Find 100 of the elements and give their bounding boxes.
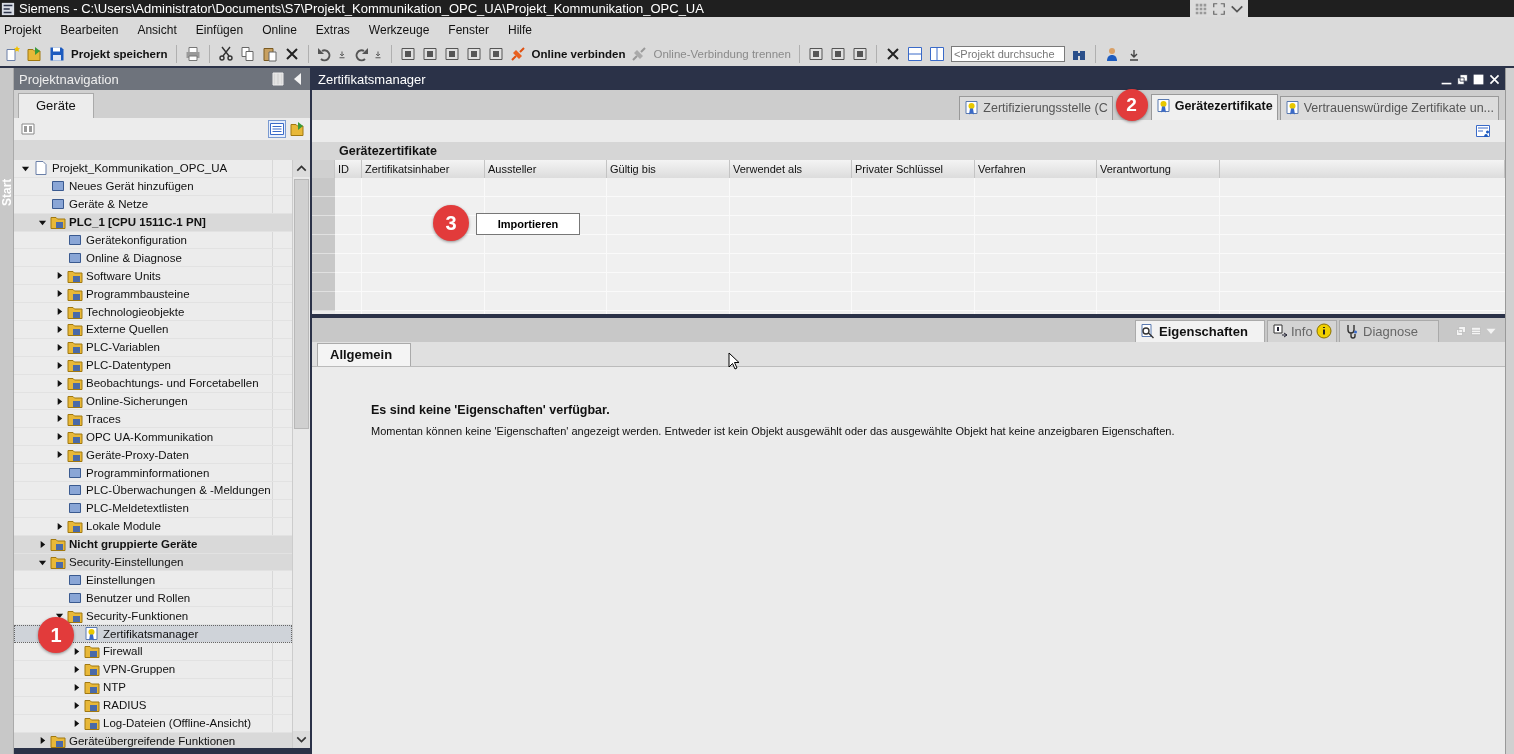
expand-arrow-icon[interactable]: [72, 718, 81, 728]
tree-item[interactable]: PLC-Variablen: [14, 338, 292, 357]
column-header[interactable]: Verantwortung: [1097, 160, 1220, 178]
column-header[interactable]: Gültig bis: [607, 160, 730, 178]
tree-item[interactable]: Beobachtungs- und Forcetabellen: [14, 374, 292, 393]
expand-arrow-icon[interactable]: [55, 450, 64, 460]
expand-arrow-icon[interactable]: [55, 289, 64, 299]
device-icon[interactable]: [807, 46, 824, 62]
tree-item[interactable]: Gerätekonfiguration: [14, 231, 292, 250]
expand-arrow-icon[interactable]: [55, 324, 64, 334]
tree-item[interactable]: Benutzer und Rollen: [14, 589, 292, 608]
tree-item[interactable]: Traces: [14, 410, 292, 429]
expand-arrow-icon[interactable]: [55, 414, 64, 424]
column-header[interactable]: ID: [335, 160, 362, 178]
menu-item[interactable]: Projekt: [4, 22, 42, 37]
tree-item[interactable]: Online-Sicherungen: [14, 392, 292, 411]
expand-arrow-icon[interactable]: [72, 664, 81, 674]
paste-icon[interactable]: [261, 46, 278, 62]
tab[interactable]: Eigenschaften: [1135, 320, 1265, 342]
column-header[interactable]: Zertifikatsinhaber: [362, 160, 485, 178]
tree-item[interactable]: Programmbausteine: [14, 285, 292, 304]
menu-item[interactable]: Online: [262, 22, 297, 37]
open-folder-icon[interactable]: [27, 46, 43, 62]
tree-item[interactable]: Geräte & Netze: [14, 195, 292, 214]
tab[interactable]: Diagnose: [1339, 320, 1439, 342]
menu-item[interactable]: Werkzeuge: [368, 22, 430, 37]
menu-item[interactable]: Bearbeiten: [60, 22, 119, 37]
cut-icon[interactable]: [217, 46, 234, 62]
device-icon[interactable]: [851, 46, 868, 62]
save-icon[interactable]: [49, 46, 65, 62]
tree-item[interactable]: Software Units: [14, 267, 292, 286]
list-view-icon[interactable]: [269, 121, 285, 137]
device-icon[interactable]: [487, 46, 504, 62]
expand-arrow-icon[interactable]: [55, 307, 64, 317]
menu-item[interactable]: Extras: [315, 22, 350, 37]
toolbar-button[interactable]: Projekt speichern: [71, 48, 168, 60]
expand-arrow-icon[interactable]: [72, 682, 81, 692]
column-header[interactable]: Aussteller: [485, 160, 607, 178]
tree-item[interactable]: Technologieobjekte: [14, 303, 292, 321]
import-button[interactable]: Importieren: [476, 213, 580, 235]
tree-item[interactable]: NTP: [14, 678, 292, 697]
scrollbar[interactable]: [292, 160, 310, 748]
tab[interactable]: Zertifizierungsstelle (C: [959, 96, 1113, 120]
tab[interactable]: Geräte: [18, 93, 94, 118]
menu-item[interactable]: Hilfe: [508, 22, 533, 37]
scroll-up-button[interactable]: [293, 160, 310, 177]
expand-arrow-icon[interactable]: [55, 271, 64, 281]
device-icon[interactable]: [465, 46, 482, 62]
new-document-icon[interactable]: [5, 46, 21, 62]
search-field[interactable]: <Projekt durchsuche: [950, 46, 1065, 62]
tree-item[interactable]: Neues Gerät hinzufügen: [14, 177, 292, 196]
tree-item[interactable]: VPN-Gruppen: [14, 660, 292, 679]
expand-arrow-icon[interactable]: [72, 700, 81, 710]
undo-icon[interactable]: [316, 46, 333, 62]
column-header[interactable]: Verwendet als: [730, 160, 852, 178]
scroll-down-button[interactable]: [293, 731, 310, 748]
expand-arrow-icon[interactable]: [55, 521, 64, 531]
tree-item[interactable]: OPC UA-Kommunikation: [14, 428, 292, 447]
expand-icon[interactable]: [1212, 1, 1226, 16]
device-icon[interactable]: [829, 46, 846, 62]
menu-item[interactable]: Ansicht: [137, 22, 177, 37]
tab[interactable]: Allgemein: [317, 343, 411, 366]
device-icon[interactable]: [421, 46, 438, 62]
close-icon[interactable]: [1488, 72, 1501, 86]
pin-icon[interactable]: [270, 71, 286, 87]
column-header[interactable]: Privater Schlüssel: [852, 160, 975, 178]
expand-arrow-icon[interactable]: [55, 342, 64, 352]
expand-arrow-icon[interactable]: [55, 432, 64, 442]
split-vertical-icon[interactable]: [928, 46, 945, 62]
column-header[interactable]: Verfahren: [975, 160, 1097, 178]
tree-item[interactable]: PLC-Datentypen: [14, 356, 292, 375]
menu-item[interactable]: Einfügen: [195, 22, 244, 37]
tree-item[interactable]: PLC-Meldetextlisten: [14, 499, 292, 518]
scrollbar-thumb[interactable]: [294, 179, 309, 429]
tree-item[interactable]: Projekt_Kommunikation_OPC_UA: [14, 160, 292, 178]
tree-item[interactable]: Online & Diagnose: [14, 249, 292, 268]
printer-icon[interactable]: [184, 46, 201, 62]
tree-item[interactable]: PLC-Überwachungen & -Meldungen: [14, 482, 292, 500]
tree-item[interactable]: Einstellungen: [14, 571, 292, 590]
split-horizontal-icon[interactable]: [906, 46, 923, 62]
tree-item[interactable]: Log-Dateien (Offline-Ansicht): [14, 714, 292, 733]
tree-item[interactable]: RADIUS: [14, 696, 292, 715]
device-icon[interactable]: [399, 46, 416, 62]
plug-icon[interactable]: [509, 46, 526, 62]
expand-arrow-icon[interactable]: [72, 647, 81, 656]
delete-icon[interactable]: [884, 46, 901, 62]
menu-item[interactable]: Fenster: [448, 22, 489, 37]
tree-item[interactable]: Lokale Module: [14, 517, 292, 536]
restore-icon[interactable]: [1456, 72, 1469, 86]
maximize-icon[interactable]: [1472, 72, 1485, 86]
delete-icon[interactable]: [283, 46, 300, 62]
copy-icon[interactable]: [239, 46, 256, 62]
device-icon[interactable]: [443, 46, 460, 62]
tab[interactable]: Info: [1267, 320, 1337, 342]
tree-item[interactable]: Programminformationen: [14, 464, 292, 483]
expand-arrow-icon[interactable]: [38, 736, 47, 746]
expand-arrow-icon[interactable]: [38, 539, 47, 549]
expand-arrow-icon[interactable]: [55, 360, 64, 370]
tab[interactable]: Vertrauenswürdige Zertifikate un...: [1279, 96, 1499, 120]
user-list-icon[interactable]: [1475, 123, 1491, 139]
